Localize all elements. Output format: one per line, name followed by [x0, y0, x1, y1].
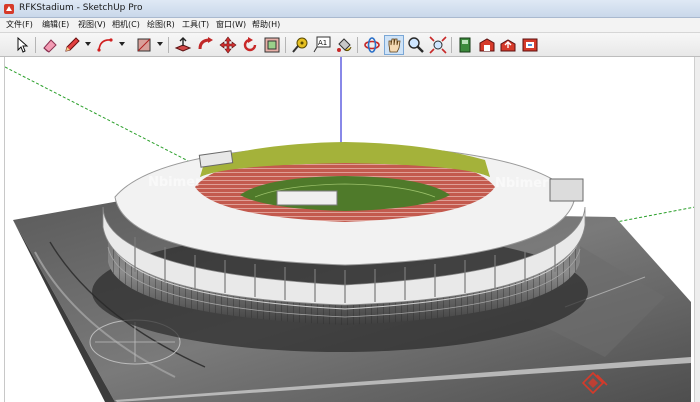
eraser-tool-button[interactable] — [41, 36, 59, 54]
move-icon — [219, 36, 237, 54]
share-model-button[interactable] — [499, 36, 517, 54]
sketchup-window: RFKStadium - SketchUp Pro 文件(F) 编辑(E) 视图… — [0, 0, 700, 402]
toolbar-separator — [451, 37, 452, 53]
menu-help[interactable]: 帮助(H) — [252, 19, 280, 31]
magnifier-icon — [408, 37, 424, 53]
arc-tool-button[interactable] — [96, 36, 114, 54]
text-tool-button[interactable]: A1 — [313, 36, 331, 54]
push-pull-icon — [174, 37, 192, 52]
scoreboard-right — [549, 178, 584, 202]
paint-bucket-tool-button[interactable] — [335, 36, 353, 54]
pencil-icon — [65, 37, 80, 52]
zoom-tool-button[interactable] — [407, 36, 425, 54]
menu-file[interactable]: 文件(F) — [6, 19, 33, 31]
offset-icon — [264, 37, 280, 53]
pan-tool-button[interactable] — [384, 35, 404, 55]
toolbar: A1 — [0, 33, 700, 57]
sketchup-app-icon — [4, 4, 14, 14]
follow-me-tool-button[interactable] — [197, 36, 215, 54]
rectangle-icon — [137, 38, 151, 52]
press-box — [276, 190, 338, 206]
toolbar-separator — [357, 37, 358, 53]
orbit-tool-button[interactable] — [363, 36, 381, 54]
title-bar: RFKStadium - SketchUp Pro — [0, 0, 700, 18]
stadium-model-scene[interactable]: Nbimer Nbimer — [5, 57, 695, 402]
orbit-icon — [364, 37, 380, 53]
text-label-icon: A1 — [313, 36, 331, 53]
tape-measure-tool-button[interactable] — [291, 36, 309, 54]
menu-draw[interactable]: 绘图(R) — [147, 19, 175, 31]
zoom-extents-icon — [429, 36, 447, 54]
offset-tool-button[interactable] — [263, 36, 281, 54]
menu-tools[interactable]: 工具(T) — [182, 19, 209, 31]
share-icon — [500, 39, 516, 52]
rotate-icon — [243, 37, 257, 52]
svg-text:A1: A1 — [318, 39, 327, 47]
extension-icon — [522, 38, 538, 52]
menu-camera[interactable]: 相机(C) — [112, 19, 140, 31]
toolbar-separator — [35, 37, 36, 53]
push-pull-tool-button[interactable] — [174, 36, 192, 54]
line-tool-dropdown-icon[interactable] — [85, 42, 91, 46]
rectangle-tool-button[interactable] — [135, 36, 153, 54]
extension-warehouse-button[interactable] — [521, 36, 539, 54]
select-tool-button[interactable] — [13, 36, 31, 54]
toolbar-separator — [285, 37, 286, 53]
watermark-text: Nbimer — [148, 175, 202, 190]
toolbar-separator — [168, 37, 169, 53]
arc-icon — [97, 38, 113, 52]
modeling-viewport[interactable]: Nbimer Nbimer — [4, 57, 695, 402]
3d-warehouse-button[interactable] — [478, 36, 496, 54]
arc-tool-dropdown-icon[interactable] — [119, 42, 125, 46]
shape-tool-dropdown-icon[interactable] — [157, 42, 163, 46]
follow-me-icon — [198, 37, 213, 50]
components-button[interactable] — [456, 36, 474, 54]
green-axis-line — [5, 66, 201, 168]
watermark-text: Nbimer — [495, 176, 549, 191]
menu-view[interactable]: 视图(V) — [78, 19, 106, 31]
line-tool-button[interactable] — [63, 36, 81, 54]
menu-window[interactable]: 窗口(W) — [216, 19, 246, 31]
tape-measure-icon — [292, 37, 308, 53]
move-tool-button[interactable] — [219, 36, 237, 54]
components-icon — [459, 37, 471, 53]
paint-bucket-icon — [337, 38, 352, 52]
warehouse-icon — [479, 38, 495, 52]
zoom-extents-tool-button[interactable] — [429, 36, 447, 54]
hand-icon — [388, 38, 401, 53]
right-panel-edge — [694, 57, 700, 402]
eraser-icon — [43, 39, 57, 53]
window-title: RFKStadium - SketchUp Pro — [19, 3, 143, 13]
arrow-cursor-icon — [17, 36, 29, 53]
rotate-tool-button[interactable] — [241, 36, 259, 54]
menu-edit[interactable]: 编辑(E) — [42, 19, 69, 31]
menu-bar: 文件(F) 编辑(E) 视图(V) 相机(C) 绘图(R) 工具(T) 窗口(W… — [0, 18, 700, 33]
